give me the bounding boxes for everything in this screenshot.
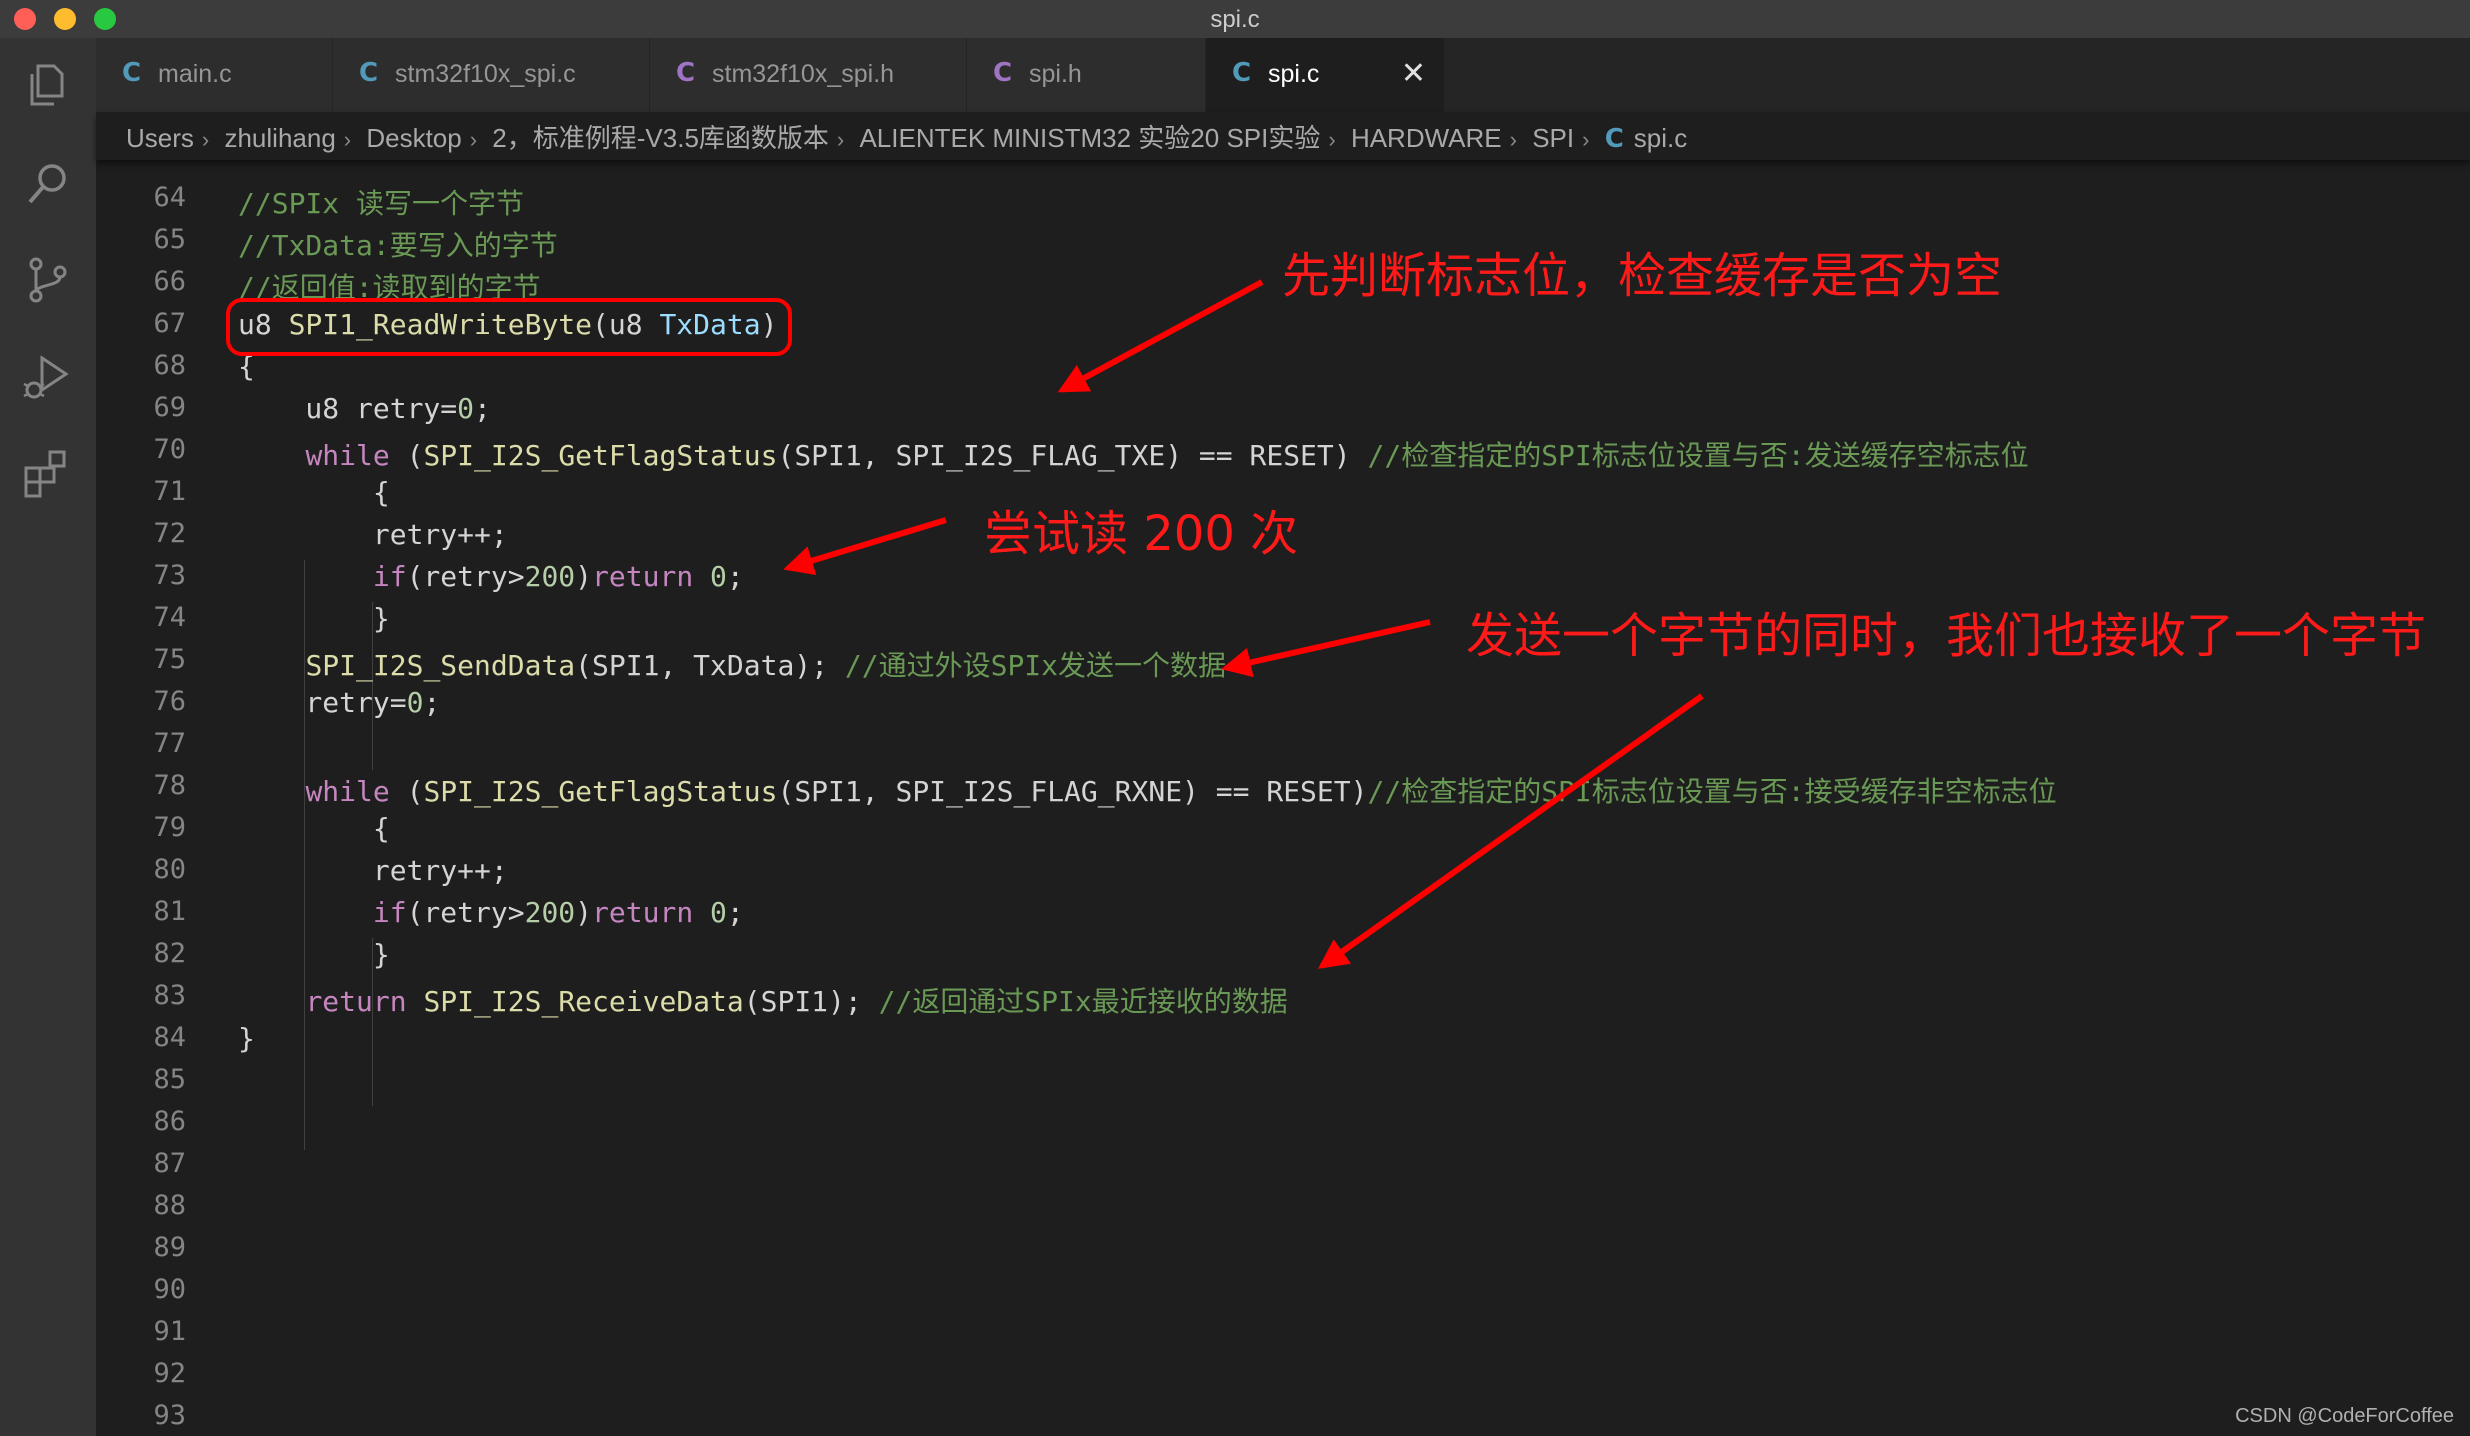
watermark: CSDN @CodeForCoffee: [2235, 1405, 2454, 1427]
annotation-flag-check: 先判断标志位，检查缓存是否为空: [1282, 248, 2003, 304]
annotation-retry: 尝试读 200 次: [984, 506, 1299, 562]
annotation-send-receive: 发送一个字节的同时，我们也接收了一个字节: [1466, 608, 2427, 664]
annotation-arrows: [783, 279, 1704, 969]
arrow-send: [1221, 619, 1431, 678]
arrow-receive: [1317, 693, 1704, 969]
arrow-retry: [783, 517, 947, 576]
arrow-flag-check: [1057, 279, 1264, 393]
